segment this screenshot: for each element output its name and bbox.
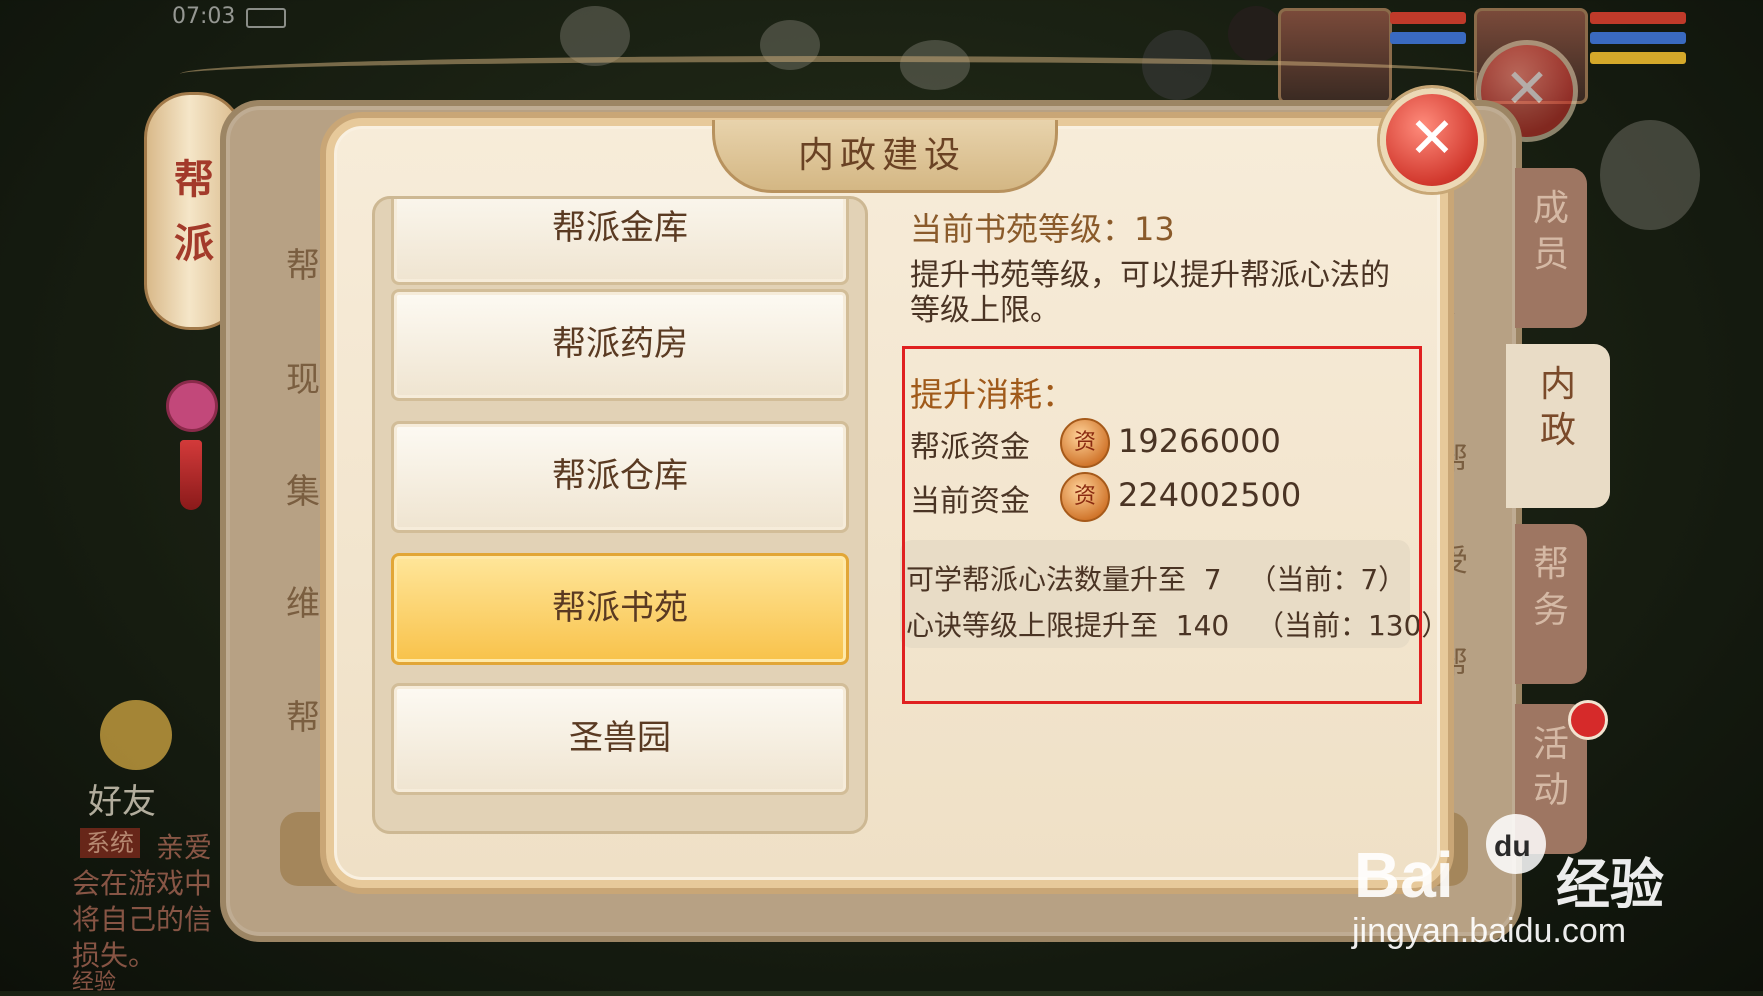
penguin-icon[interactable] [1228, 6, 1284, 62]
baidu-watermark-jingyan: 经验 [1556, 853, 1664, 916]
guild-panel-label: 集 [286, 472, 320, 512]
academy-level: 当前书苑等级：13 [910, 210, 1175, 248]
highlight-box [902, 346, 1422, 704]
guild-panel-label: 帮 [286, 246, 320, 286]
notification-dot [1568, 700, 1608, 740]
tab-guild-affairs[interactable]: 帮务 [1515, 524, 1587, 684]
friend-label[interactable]: 好友 [88, 774, 156, 823]
tassel-ornament [180, 440, 202, 510]
chat-message: 将自己的信 [72, 903, 213, 936]
system-badge: 系统 [80, 828, 140, 858]
chat-message: 会在游戏中 [72, 867, 213, 900]
building-item-treasury[interactable]: 帮派金库 [391, 199, 849, 285]
pet-exp-bar [1590, 52, 1686, 64]
watermark-url: jingyan.baidu.com [1352, 912, 1627, 950]
pet-mp-bar [1590, 32, 1686, 44]
tab-internal-affairs[interactable]: 内政 [1506, 344, 1610, 508]
guild-panel-label: 帮 [286, 698, 320, 738]
exp-label: 经验 [72, 970, 117, 995]
close-button[interactable]: ✕ [1380, 88, 1484, 192]
baidu-watermark-du: du [1494, 830, 1531, 863]
status-time: 07:03 [172, 4, 236, 29]
knot-ornament-icon [166, 380, 218, 432]
building-item-warehouse[interactable]: 帮派仓库 [391, 421, 849, 533]
guild-panel-label: 维 [286, 584, 320, 624]
upgrade-description: 提升书苑等级，可以提升帮派心法的等级上限。 [910, 258, 1390, 328]
chat-message: 亲爱 [156, 831, 213, 864]
baidu-watermark-text: Bai [1354, 839, 1454, 911]
decorative-branch [180, 56, 1480, 92]
hp-bar [1390, 12, 1466, 24]
tab-members[interactable]: 成员 [1515, 168, 1587, 328]
mp-bar [1390, 32, 1466, 44]
dialog-title: 内政建设 [797, 135, 966, 176]
friend-smiley-icon[interactable] [100, 700, 172, 770]
guild-panel-label: 现 [286, 360, 320, 400]
building-list[interactable]: 帮派金库 帮派药房 帮派仓库 帮派书苑 圣兽园 [372, 196, 868, 834]
building-item-academy[interactable]: 帮派书苑 [391, 553, 849, 665]
battery-icon [246, 8, 286, 28]
building-item-beast-garden[interactable]: 圣兽园 [391, 683, 849, 795]
building-item-pharmacy[interactable]: 帮派药房 [391, 289, 849, 401]
pet-hp-bar [1590, 12, 1686, 24]
